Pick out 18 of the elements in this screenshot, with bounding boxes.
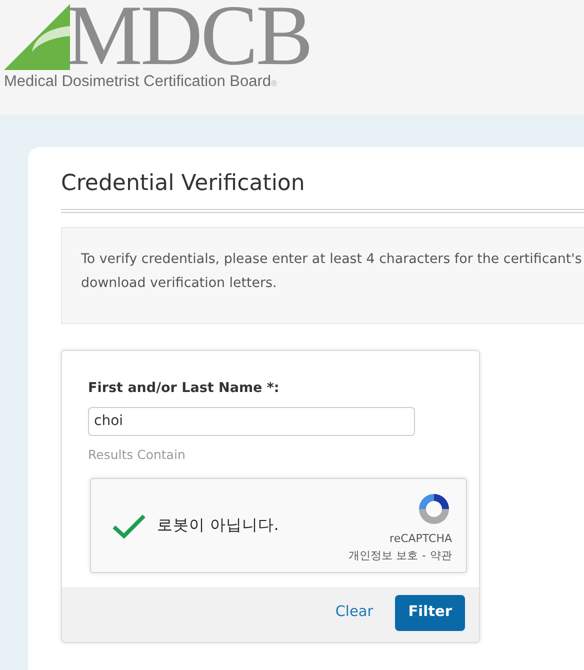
separator: -	[422, 548, 426, 564]
page-title: Credential Verification	[61, 171, 306, 198]
name-input-field[interactable]: choi	[88, 406, 415, 436]
field-label: First and/or Last Name *:	[88, 379, 280, 398]
info-text: download verification letters.	[81, 275, 278, 294]
terms-link[interactable]: 약관	[430, 548, 452, 564]
filter-button[interactable]: Filter	[395, 595, 465, 632]
checkmark-icon[interactable]	[111, 512, 147, 540]
registered-mark: ®	[271, 79, 277, 88]
clear-link[interactable]: Clear	[327, 602, 382, 624]
logo-triangle-icon	[4, 4, 70, 70]
info-text: To verify credentials, please enter at least 4 characters for the certificant's	[81, 251, 583, 270]
captcha-label: 로봇이 아닙니다.	[157, 515, 279, 536]
logo-subtitle: Medical Dosimetrist Certification Board	[4, 73, 272, 90]
privacy-link[interactable]: 개인정보 보호	[348, 548, 418, 564]
logo-text: MDCB	[66, 0, 312, 70]
recaptcha-brand: reCAPTCHA	[390, 531, 452, 548]
field-hint: Results Contain	[88, 446, 186, 464]
